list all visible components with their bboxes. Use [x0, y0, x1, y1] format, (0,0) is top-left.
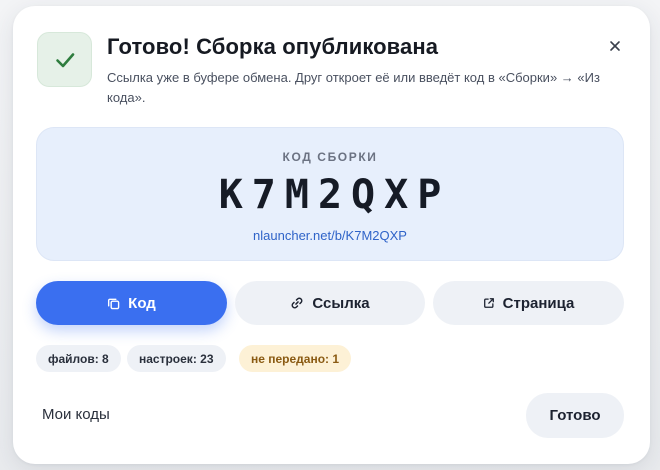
not-transferred-chip: не передано: 1 — [239, 345, 352, 372]
build-code-panel: КОД СБОРКИ K7M2QXP nlauncher.net/b/K7M2Q… — [36, 127, 624, 261]
publish-success-dialog: Готово! Сборка опубликована Ссылка уже в… — [13, 6, 650, 464]
dialog-title: Готово! Сборка опубликована — [107, 34, 439, 59]
copy-code-label: Код — [128, 294, 156, 312]
close-button[interactable] — [604, 35, 626, 57]
open-page-button[interactable]: Страница — [433, 281, 624, 325]
copy-code-button[interactable]: Код — [36, 281, 227, 325]
link-icon — [290, 296, 304, 310]
dialog-subtitle: Ссылка уже в буфере обмена. Друг откроет… — [107, 70, 600, 105]
open-page-label: Страница — [502, 294, 575, 312]
build-code-caption: КОД СБОРКИ — [282, 150, 378, 164]
close-icon — [609, 40, 621, 52]
copy-link-button[interactable]: Ссылка — [235, 281, 425, 325]
external-link-icon — [483, 297, 495, 309]
done-button[interactable]: Готово — [526, 393, 624, 438]
success-badge — [37, 32, 92, 87]
copy-icon — [107, 297, 120, 310]
checkmark-icon — [53, 48, 77, 72]
settings-count-chip: настроек: 23 — [127, 345, 226, 372]
build-share-link[interactable]: nlauncher.net/b/K7M2QXP — [37, 228, 623, 243]
files-count-chip: файлов: 8 — [36, 345, 121, 372]
copy-link-label: Ссылка — [312, 294, 370, 312]
build-code-value: K7M2QXP — [218, 172, 451, 218]
my-codes-link[interactable]: Мои коды — [42, 406, 110, 423]
